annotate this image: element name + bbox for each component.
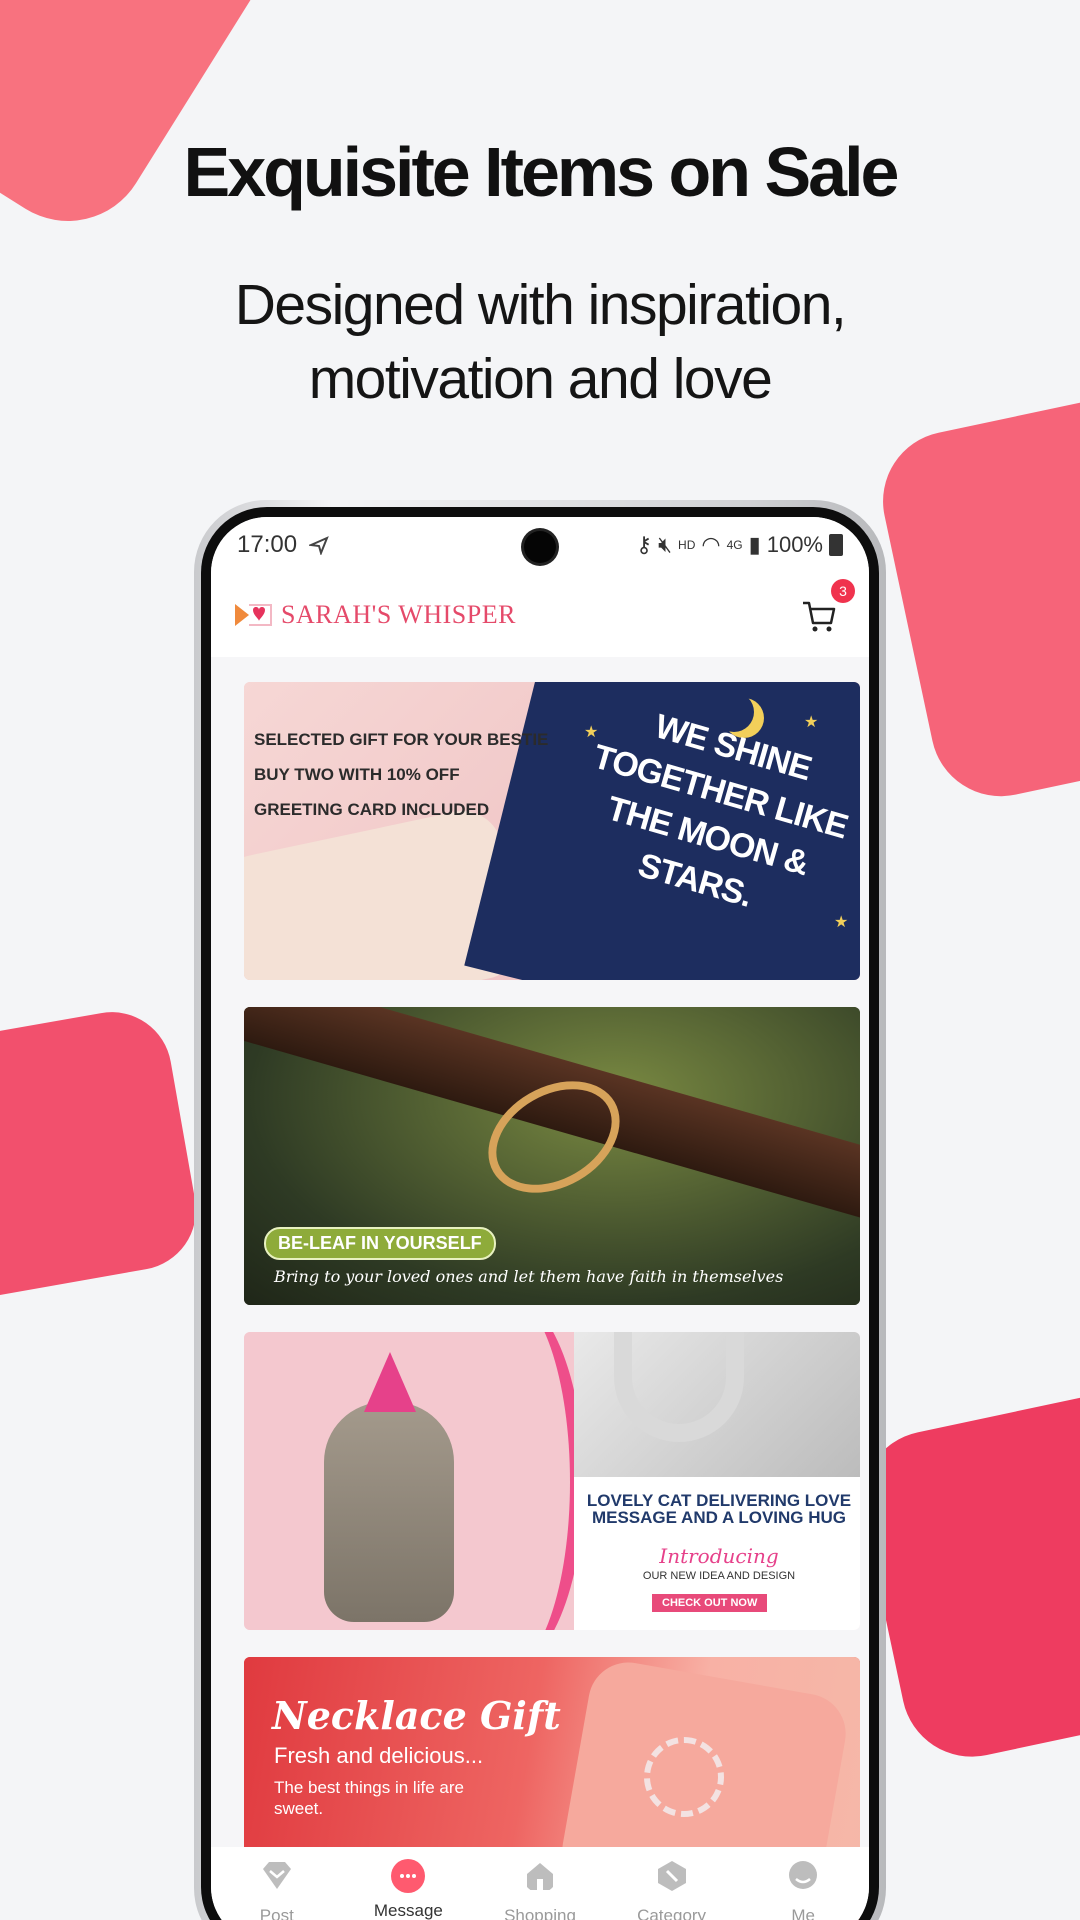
tab-post[interactable]: Post (217, 1859, 337, 1920)
promo-line: BUY TWO WITH 10% OFF (254, 765, 460, 784)
tab-label: Message (373, 1901, 443, 1920)
brand-logo-icon (235, 604, 272, 626)
banner-bestie-gift[interactable]: ★ ★ ★ WE SHINE TOGETHER LIKE THE MOON & … (244, 682, 860, 980)
gem-icon (262, 1862, 291, 1889)
check-out-button[interactable]: CHECK OUT NOW (652, 1594, 768, 1612)
banner-tagline: Bring to your loved ones and let them ha… (274, 1267, 784, 1286)
cart-icon (803, 601, 836, 632)
phone-frame: 17:00 ⚷ 🔇︎ HD ◠ 4G ▮ 100% SARAH'S WHISPE… (194, 500, 886, 1920)
mute-icon: 🔇︎ (658, 532, 673, 557)
banner-body: The best things in life are sweet. (274, 1778, 464, 1818)
phone-bezel: 17:00 ⚷ 🔇︎ HD ◠ 4G ▮ 100% SARAH'S WHISPE… (201, 507, 879, 1920)
star-icon: ★ (804, 714, 819, 731)
home-icon (526, 1863, 553, 1890)
banner-cat-ring[interactable]: LOVELY CAT DELIVERING LOVE MESSAGE AND A… (244, 1332, 860, 1630)
status-icons: ⚷ 🔇︎ HD ◠ 4G ▮ 100% (636, 532, 843, 558)
decor-blob-right-upper (870, 380, 1080, 810)
battery-icon (829, 534, 843, 556)
promo-headline: Exquisite Items on Sale (183, 133, 900, 211)
key-icon: ⚷ (636, 532, 653, 557)
tab-label: Category (637, 1906, 707, 1920)
banner-be-leaf[interactable]: BE-LEAF IN YOURSELF Bring to your loved … (244, 1007, 860, 1305)
decor-blob-left (0, 1002, 206, 1308)
tab-category[interactable]: Category (612, 1859, 732, 1920)
status-time: 17:00 (237, 531, 298, 558)
banner-subtitle: Fresh and delicious... (274, 1743, 484, 1768)
front-camera (524, 531, 556, 563)
bottom-tab-bar: Post Message Shopping Category Me (211, 1847, 869, 1920)
banner-title: Necklace Gift (272, 1693, 561, 1738)
wifi-icon: ◠ (701, 532, 721, 557)
battery-percent: 100% (766, 532, 823, 557)
banner-intro: Introducing (659, 1544, 779, 1568)
promo-line: SELECTED GIFT FOR YOUR BESTIE (254, 730, 549, 749)
tab-me[interactable]: Me (743, 1859, 863, 1920)
party-hat-image (364, 1352, 416, 1412)
cart-count-badge: 3 (831, 579, 855, 603)
necklace-image (644, 1737, 724, 1817)
app-screen: 17:00 ⚷ 🔇︎ HD ◠ 4G ▮ 100% SARAH'S WHISPE… (211, 517, 869, 1920)
cart-button[interactable]: 3 (799, 579, 855, 635)
profile-icon (789, 1861, 818, 1889)
banner-promo-text: SELECTED GIFT FOR YOUR BESTIE BUY TWO WI… (254, 722, 548, 827)
tab-message[interactable]: Message (348, 1859, 468, 1920)
banner-tag: BE-LEAF IN YOURSELF (264, 1227, 496, 1260)
promo-subline-line-1: Designed with inspiration, (234, 273, 847, 337)
tab-label: Post (259, 1906, 294, 1920)
tab-shopping[interactable]: Shopping (480, 1859, 600, 1920)
promo-subline: Designed with inspiration, motivation an… (140, 268, 940, 416)
banner-headline: LOVELY CAT DELIVERING LOVE MESSAGE AND A… (586, 1491, 852, 1527)
promo-line: GREETING CARD INCLUDED (254, 800, 490, 819)
app-bar: SARAH'S WHISPER 3 (211, 573, 869, 657)
tab-label: Shopping (504, 1906, 576, 1920)
send-icon (309, 536, 329, 555)
banner-idea: OUR NEW IDEA AND DESIGN (642, 1570, 796, 1582)
cat-image (324, 1402, 454, 1622)
signal-icon: ▮ (748, 532, 761, 557)
chat-icon (391, 1859, 426, 1893)
promo-subline-line-2: motivation and love (308, 347, 773, 411)
tab-label: Me (791, 1906, 815, 1920)
network-type: 4G (726, 538, 743, 552)
brand-name: SARAH'S WHISPER (281, 600, 516, 629)
network-label: HD (678, 538, 696, 552)
star-icon: ★ (834, 914, 849, 931)
status-bar: 17:00 ⚷ 🔇︎ HD ◠ 4G ▮ 100% (211, 517, 869, 573)
category-icon (657, 1861, 686, 1891)
decor-blob-top-left (0, 0, 295, 252)
